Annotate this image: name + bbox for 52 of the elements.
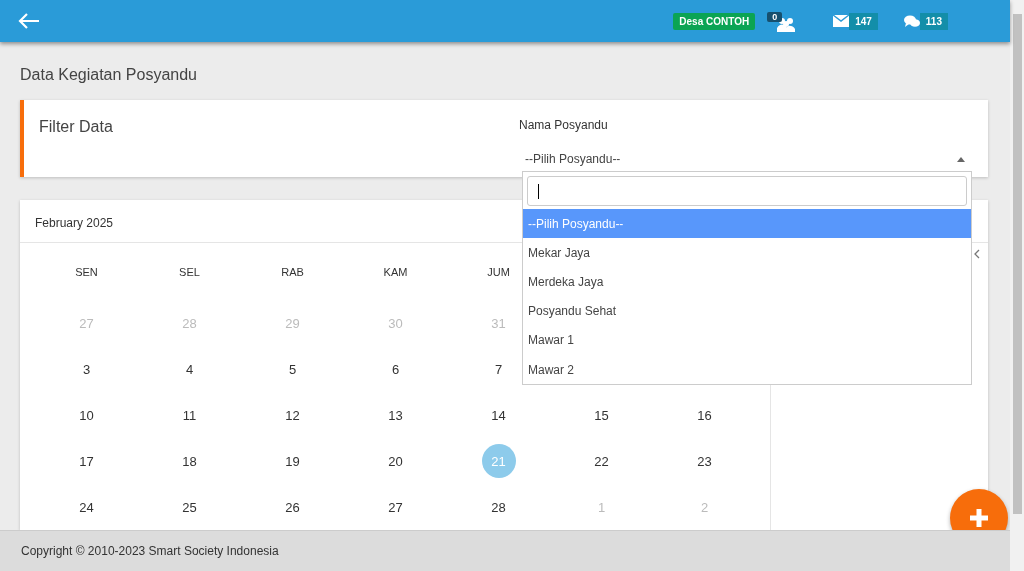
calendar-day[interactable]: 6 (378, 352, 413, 386)
field-label: Nama Posyandu (519, 118, 609, 132)
calendar-day[interactable]: 28 (481, 490, 516, 524)
calendar-day[interactable]: 4 (172, 352, 207, 386)
calendar-day[interactable]: 27 (378, 490, 413, 524)
calendar-day[interactable]: 5 (275, 352, 310, 386)
back-arrow-icon[interactable] (18, 13, 40, 29)
people-count: 0 (767, 12, 783, 22)
calendar-day[interactable]: 24 (69, 490, 104, 524)
calendar-day[interactable]: 26 (275, 490, 310, 524)
calendar-day[interactable]: 22 (584, 444, 619, 478)
dropdown-option[interactable]: Merdeka Jaya (523, 267, 971, 297)
people-icon[interactable] (777, 17, 796, 33)
add-button[interactable] (950, 489, 1008, 530)
previous-icon[interactable] (974, 249, 980, 259)
calendar-day[interactable]: 19 (275, 444, 310, 478)
calendar-day[interactable]: 16 (687, 398, 722, 432)
calendar-day[interactable]: 11 (172, 398, 207, 432)
plus-icon (968, 507, 990, 529)
weekday-label: KAM (383, 265, 408, 278)
weekday-label: SEL (179, 265, 200, 278)
dropdown-option[interactable]: Mawar 1 (523, 325, 971, 355)
mail-count: 147 (849, 12, 878, 30)
calendar-day[interactable]: 18 (172, 444, 207, 478)
chat-count: 113 (919, 12, 948, 30)
mail-icon[interactable] (833, 15, 850, 27)
chat-icon[interactable] (903, 14, 920, 28)
weekday-label: SEN (75, 265, 98, 278)
calendar-day[interactable]: 3 (69, 352, 104, 386)
calendar-day[interactable]: 12 (275, 398, 310, 432)
calendar-day[interactable]: 17 (69, 444, 104, 478)
calendar-day[interactable]: 10 (69, 398, 104, 432)
filter-title: Filter Data (39, 118, 114, 137)
dropdown-option[interactable]: Mawar 2 (523, 354, 971, 385)
calendar-day[interactable]: 7 (481, 352, 516, 386)
dropdown-option[interactable]: Posyandu Sehat (523, 296, 971, 326)
weekday-label: RAB (281, 265, 304, 278)
calendar-day[interactable]: 13 (378, 398, 413, 432)
calendar-day[interactable]: 20 (378, 444, 413, 478)
village-badge: Desa CONTOH (673, 12, 756, 30)
scrollbar[interactable] (1010, 0, 1024, 571)
page-title: Data Kegiatan Posyandu (20, 66, 198, 84)
scrollbar-thumb[interactable] (1012, 14, 1022, 514)
caret-icon (957, 156, 965, 162)
calendar-day[interactable]: 25 (172, 490, 207, 524)
weekday-label: JUM (487, 265, 510, 278)
calendar-day[interactable]: 14 (481, 398, 516, 432)
posyandu-select[interactable]: --Pilih Posyandu-- (519, 152, 965, 166)
calendar-day[interactable]: 15 (584, 398, 619, 432)
copyright-text: Copyright © 2010-2023 Smart Society Indonesia (21, 544, 279, 558)
calendar-day[interactable]: 23 (687, 444, 722, 478)
search-field[interactable] (527, 176, 967, 206)
